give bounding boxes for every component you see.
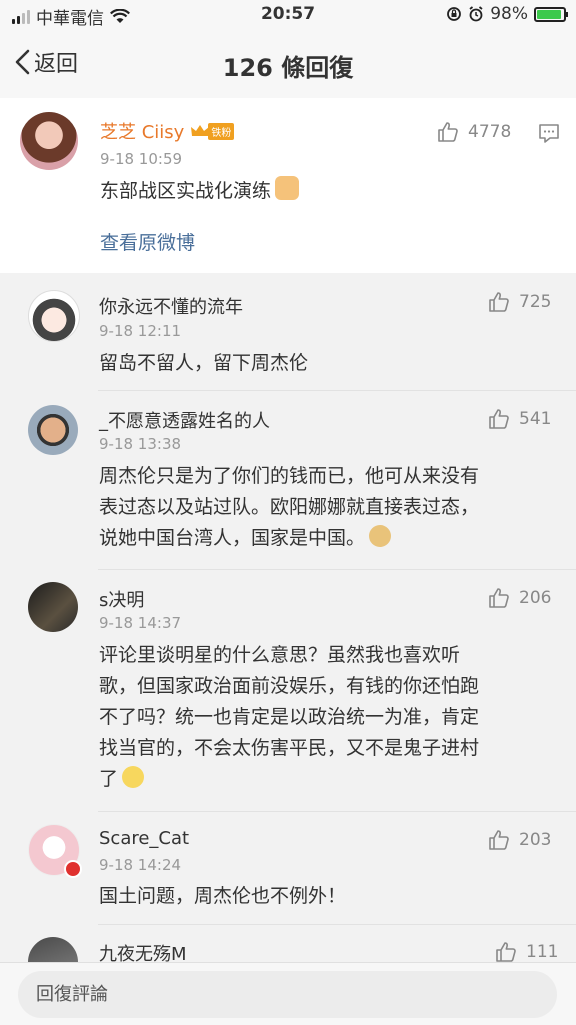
battery-icon <box>534 6 568 22</box>
page-title: 126 條回復 <box>222 54 354 82</box>
timestamp: 9-18 14:37 <box>99 614 182 632</box>
like-button[interactable]: 541 <box>487 407 551 431</box>
thumbs-up-emoji-icon <box>275 176 300 200</box>
comment-text: 国土问题，周杰伦也不例外！ <box>99 885 347 907</box>
comment-icon[interactable] <box>538 122 560 144</box>
reply-item: s决明 9-18 14:37 评论里谈明星的什么意思？虽然我也喜欢听 歌，但国家… <box>0 570 576 812</box>
rotation-lock-icon <box>447 7 462 21</box>
reply-item: 你永远不懂的流年 9-18 12:11 留岛不留人，留下周杰伦 725 <box>0 274 576 391</box>
like-count: 4778 <box>468 122 512 142</box>
user-name[interactable]: s决明 <box>99 586 144 612</box>
like-button[interactable]: 203 <box>487 828 551 852</box>
thinking-emoji-icon <box>122 766 145 788</box>
user-name[interactable]: Scare_Cat <box>99 828 189 849</box>
thumbs-up-icon <box>489 292 509 312</box>
like-button[interactable]: 725 <box>487 290 551 314</box>
timestamp: 9-18 14:24 <box>99 856 182 874</box>
avatar[interactable] <box>28 582 78 632</box>
view-original-link[interactable]: 查看原微博 <box>100 228 195 255</box>
battery-percent: 98% <box>490 4 528 24</box>
thumbs-up-icon <box>496 942 516 962</box>
thumbs-up-icon <box>438 122 458 142</box>
user-name[interactable]: 芝芝 Ciisy 铁粉 <box>100 118 235 144</box>
avatar[interactable] <box>28 290 80 342</box>
comment-text: 留岛不留人，留下周杰伦 <box>99 352 309 374</box>
like-button[interactable]: 206 <box>487 586 551 610</box>
user-name[interactable]: 你永远不懂的流年 <box>99 293 243 319</box>
status-right: 98% <box>446 4 568 24</box>
reply-item: Scare_Cat 9-18 14:24 国土问题，周杰伦也不例外！ 203 <box>0 812 576 925</box>
alarm-icon <box>469 6 483 22</box>
doge-emoji-icon <box>369 525 392 547</box>
comment-text: 东部战区实战化演练 <box>100 176 300 207</box>
user-name[interactable]: _不愿意透露姓名的人 <box>99 407 270 433</box>
status-bar: 中華電信 20:57 98% <box>0 0 576 32</box>
comment-text: 周杰伦只是为了你们的钱而已，他可从来没有 表过态以及站过队。欧阳娜娜就直接表过态… <box>99 465 480 549</box>
reply-item: _不愿意透露姓名的人 9-18 13:38 周杰伦只是为了你们的钱而已，他可从来… <box>0 391 576 570</box>
thumbs-up-icon <box>489 588 509 608</box>
like-count: 111 <box>526 942 559 962</box>
like-count: 725 <box>519 292 552 312</box>
avatar[interactable] <box>28 405 78 455</box>
like-button[interactable]: 111 <box>494 940 558 964</box>
timestamp: 9-18 10:59 <box>100 150 183 168</box>
like-button[interactable]: 4778 <box>436 120 511 144</box>
thumbs-up-icon <box>489 830 509 850</box>
thumbs-up-icon <box>489 409 509 429</box>
comment-text: 评论里谈明星的什么意思？虽然我也喜欢听 歌，但国家政治面前没娱乐，有钱的你还怕跑… <box>99 644 480 790</box>
nav-bar: 返回 126 條回復 <box>0 32 576 99</box>
timestamp: 9-18 13:38 <box>99 435 182 453</box>
like-count: 541 <box>519 409 552 429</box>
avatar[interactable] <box>28 937 78 965</box>
reply-item: 九夜无殇M 111 <box>0 925 576 965</box>
like-count: 203 <box>519 830 552 850</box>
reply-input[interactable]: 回復評論 <box>18 971 557 1018</box>
original-comment: 芝芝 Ciisy 铁粉 9-18 10:59 东部战区实战化演练 4778 查看… <box>0 98 576 273</box>
crown-icon: 铁粉 <box>190 122 235 140</box>
avatar[interactable] <box>20 112 78 170</box>
reply-bar: 回復評論 <box>0 962 576 1025</box>
verified-badge-icon <box>64 860 82 878</box>
like-count: 206 <box>519 588 552 608</box>
fan-badge: 铁粉 <box>208 122 235 140</box>
timestamp: 9-18 12:11 <box>99 322 182 340</box>
